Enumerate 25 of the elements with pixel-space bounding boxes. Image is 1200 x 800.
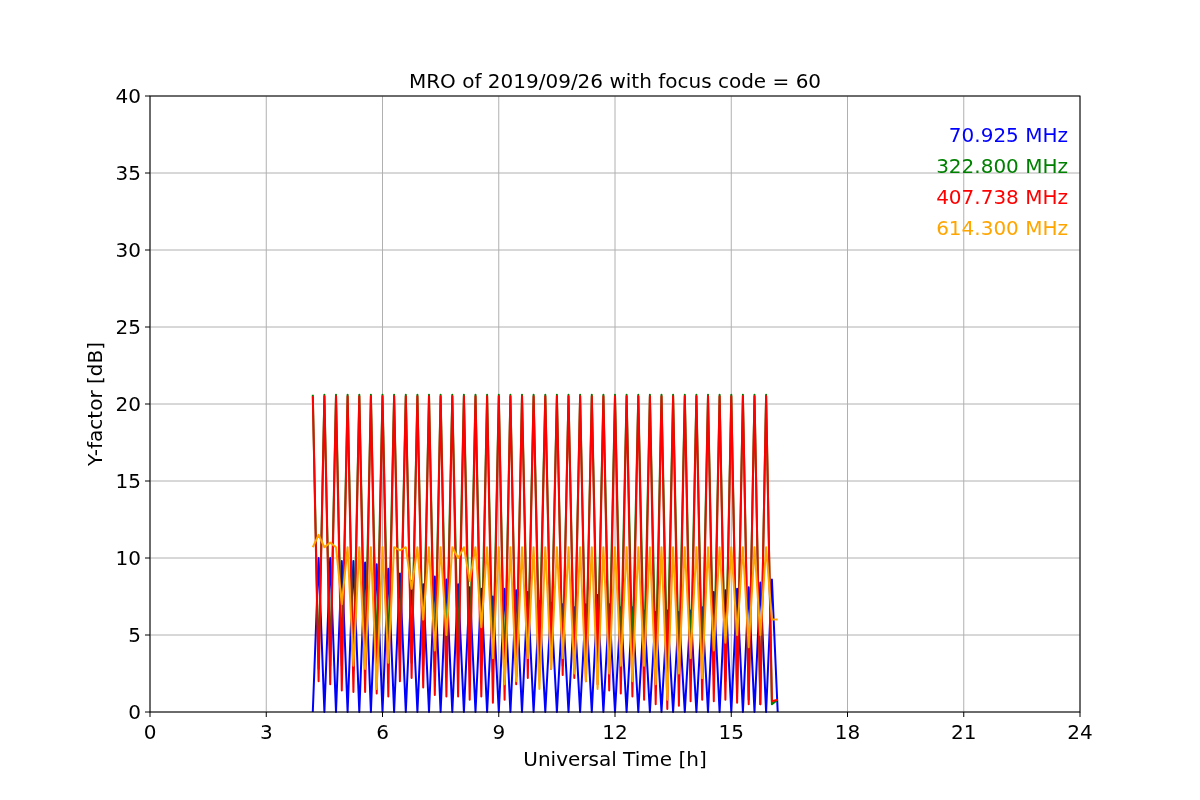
tick-label: 40 (115, 84, 141, 108)
tick-label: 0 (128, 700, 141, 724)
tick-label: 18 (834, 720, 861, 744)
tick-label: 10 (115, 546, 141, 570)
tick-label: 21 (951, 720, 977, 744)
x-axis-label: Universal Time [h] (523, 747, 707, 771)
tick-label: 20 (115, 392, 141, 416)
tick-label: 0 (143, 720, 157, 744)
tick-label: 24 (1067, 720, 1093, 744)
legend-label: 70.925 MHz (948, 123, 1068, 147)
tick-label: 15 (115, 469, 141, 493)
tick-label: 15 (718, 720, 744, 744)
y-axis-label: Y-factor [dB] (83, 342, 107, 466)
legend-label: 322.800 MHz (936, 154, 1068, 178)
chart-title: MRO of 2019/09/26 with focus code = 60 (408, 69, 822, 93)
tick-label: 12 (602, 720, 628, 744)
tick-label: 6 (376, 720, 389, 744)
tick-label: 35 (115, 161, 141, 185)
tick-label: 5 (128, 623, 141, 647)
tick-label: 25 (115, 315, 141, 339)
tick-label: 3 (259, 720, 273, 744)
tick-label: 9 (492, 720, 506, 744)
legend-label: 614.300 MHz (936, 216, 1068, 240)
legend-label: 407.738 MHz (936, 185, 1068, 209)
tick-label: 30 (115, 238, 141, 262)
